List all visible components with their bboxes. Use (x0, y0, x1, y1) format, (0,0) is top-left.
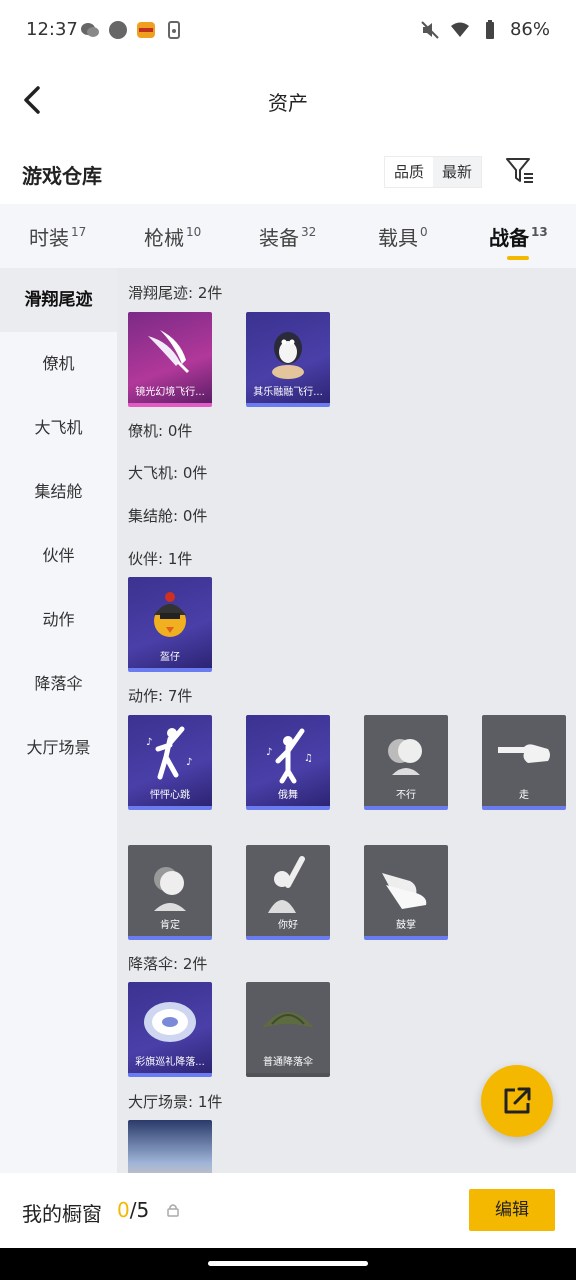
dancer-icon: ♪ ♫ (258, 725, 318, 785)
item-card[interactable]: 你好 (246, 845, 330, 940)
sidebar-item-big-plane[interactable]: 大飞机 (0, 396, 117, 460)
parachute-icon (140, 992, 200, 1052)
item-card[interactable]: 走 (482, 715, 566, 810)
sort-quality-button[interactable]: 品质 (385, 157, 433, 187)
section-title-lobby-scene: 大厅场景: 1件 (128, 1093, 223, 1111)
item-label: 鼓掌 (396, 920, 416, 931)
item-label: 彩旗巡礼降落... (135, 1057, 205, 1068)
nav-bar: 资产 (0, 60, 576, 140)
showcase-bar: 我的橱窗 0/5 编辑 (0, 1173, 576, 1248)
showcase-count: 0/5 (117, 1198, 150, 1222)
item-card[interactable]: 肯定 (128, 845, 212, 940)
svg-text:♪: ♪ (266, 747, 272, 758)
share-button[interactable] (481, 1065, 553, 1137)
tab-combat-prep[interactable]: 战备 13 (489, 222, 548, 260)
section-title-big-plane: 大飞机: 0件 (128, 464, 208, 482)
external-link-icon (504, 1087, 531, 1114)
battery-level: 86% (509, 19, 550, 40)
tab-guns[interactable]: 枪械 10 (144, 222, 201, 251)
dancer-icon: ♪ ♪ (140, 725, 200, 785)
item-label: 你好 (278, 920, 298, 931)
sidebar-item-wingman[interactable]: 僚机 (0, 332, 117, 396)
pointing-hand-icon (494, 725, 554, 785)
sidebar-item-lobby-scene[interactable]: 大厅场景 (0, 716, 117, 780)
section-title-wingman: 僚机: 0件 (128, 422, 193, 440)
item-card[interactable]: 不行 (364, 715, 448, 810)
gesture-bar (0, 1248, 576, 1280)
home-indicator[interactable] (208, 1261, 368, 1266)
item-card[interactable]: 镜光幻境飞行... (128, 312, 212, 407)
penguin-icon (258, 322, 318, 382)
phone-icon (168, 21, 180, 39)
circle-icon (109, 21, 127, 39)
item-label: 俄舞 (278, 790, 298, 801)
item-label: 不行 (396, 790, 416, 801)
head-shake-icon (376, 725, 436, 785)
clap-icon (376, 855, 436, 915)
tab-fashion[interactable]: 时装 17 (29, 222, 86, 251)
tab-active-indicator (507, 256, 529, 260)
item-card[interactable]: 彩旗巡礼降落... (128, 982, 212, 1077)
sidebar-item-partner[interactable]: 伙伴 (0, 524, 117, 588)
head-nod-icon (140, 855, 200, 915)
helmet-chick-icon (140, 587, 200, 647)
lock-icon (167, 1204, 179, 1217)
filter-icon[interactable] (505, 156, 535, 186)
wifi-icon (450, 22, 469, 37)
wave-hand-icon (258, 855, 318, 915)
sort-newest-button[interactable]: 最新 (433, 157, 481, 187)
section-title-partner: 伙伴: 1件 (128, 550, 193, 568)
app-icon (137, 22, 155, 38)
item-label: 镜光幻境飞行... (135, 387, 205, 398)
item-label: 走 (519, 790, 529, 801)
item-label: 盔仔 (160, 652, 180, 663)
page-title: 资产 (268, 91, 308, 115)
item-card[interactable]: 普通降落伞 (246, 982, 330, 1077)
category-tabs: 时装 17 枪械 10 装备 32 载具 0 战备 13 (0, 204, 576, 268)
section-title-glide: 滑翔尾迹: 2件 (128, 284, 223, 302)
section-title-parachute: 降落伞: 2件 (128, 955, 208, 973)
sidebar-item-glide-trail[interactable]: 滑翔尾迹 (0, 268, 117, 332)
section-title-action: 动作: 7件 (128, 687, 193, 705)
wings-icon (140, 322, 200, 382)
section-title-rally-pod: 集结舱: 0件 (128, 507, 208, 525)
svg-text:♪: ♪ (186, 757, 192, 768)
edit-button[interactable]: 编辑 (469, 1189, 555, 1231)
sidebar-item-rally-pod[interactable]: 集结舱 (0, 460, 117, 524)
tab-vehicles[interactable]: 载具 0 (378, 222, 428, 251)
item-card[interactable] (128, 1120, 212, 1173)
item-label: 其乐融融飞行... (253, 387, 323, 398)
status-bar: 12:37 86% (0, 0, 576, 60)
sidebar-item-parachute[interactable]: 降落伞 (0, 652, 117, 716)
battery-icon (485, 19, 494, 39)
sort-toggle: 品质 最新 (384, 156, 482, 188)
sidebar: 滑翔尾迹 僚机 大飞机 集结舱 伙伴 动作 降落伞 大厅场景 (0, 268, 117, 1173)
sidebar-item-action[interactable]: 动作 (0, 588, 117, 652)
svg-text:♫: ♫ (304, 753, 313, 764)
svg-text:♪: ♪ (146, 737, 152, 748)
item-card[interactable]: 鼓掌 (364, 845, 448, 940)
item-card[interactable]: 盔仔 (128, 577, 212, 672)
item-label: 肯定 (160, 920, 180, 931)
parachute-icon (258, 992, 318, 1052)
item-list: 滑翔尾迹: 2件 镜光幻境飞行... 其乐融融飞行... 僚机: 0件 大飞机:… (117, 268, 576, 1173)
item-card[interactable]: ♪ ♫ 俄舞 (246, 715, 330, 810)
warehouse-header: 游戏仓库 品质 最新 (0, 140, 576, 204)
status-time: 12:37 (26, 19, 78, 40)
wechat-icon (81, 23, 99, 37)
showcase-label: 我的橱窗 (22, 1202, 102, 1226)
item-card[interactable]: 其乐融融飞行... (246, 312, 330, 407)
warehouse-title: 游戏仓库 (22, 164, 102, 188)
item-label: 普通降落伞 (263, 1057, 313, 1068)
item-card[interactable]: ♪ ♪ 怦怦心跳 (128, 715, 212, 810)
tab-equipment[interactable]: 装备 32 (259, 222, 316, 251)
item-label: 怦怦心跳 (150, 790, 190, 801)
mute-icon (421, 20, 439, 39)
